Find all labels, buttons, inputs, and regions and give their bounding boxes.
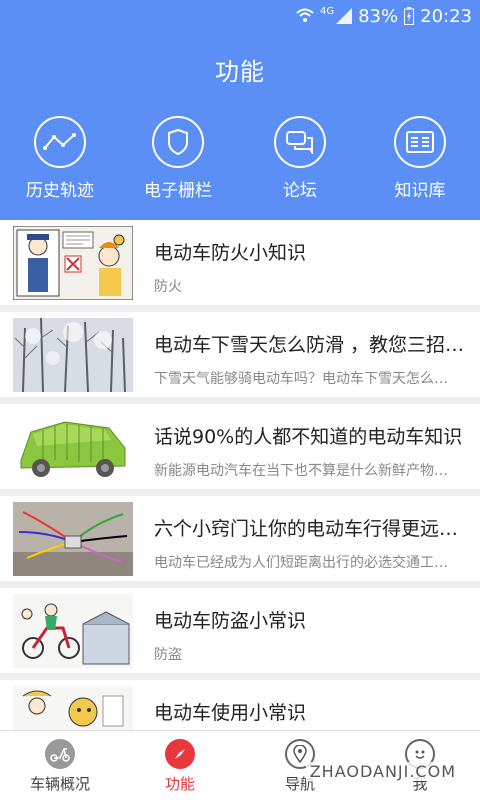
list-item[interactable]: 电动车防盗小常识 防盗: [0, 588, 480, 673]
compass-icon: [175, 749, 185, 759]
function-forum[interactable]: 论坛: [240, 116, 360, 201]
chat-icon: [286, 131, 313, 154]
tab-label: 车辆概况: [29, 775, 90, 793]
function-label: 知识库: [394, 181, 446, 201]
article-subtitle: 新能源电动汽车在当下也不算是什么新鲜产物…: [154, 463, 448, 479]
article-thumbnail: [13, 502, 133, 576]
article-subtitle: 防盗: [154, 647, 182, 663]
watermark: ZHAODANJI.COM: [305, 762, 460, 781]
function-knowledge-base[interactable]: 知识库: [360, 116, 480, 201]
book-icon: [406, 131, 434, 153]
tab-vehicle-overview[interactable]: 车辆概况: [0, 731, 120, 800]
article-subtitle: 电动车已经成为人们短距离出行的必选交通工…: [154, 555, 448, 571]
function-label: 论坛: [283, 181, 317, 201]
article-thumbnail: [13, 410, 133, 484]
scooter-icon: [50, 748, 70, 762]
function-geofence[interactable]: 电子栅栏: [118, 116, 238, 201]
article-title: 电动车使用小常识: [154, 702, 307, 724]
tab-functions[interactable]: 功能: [120, 731, 240, 800]
tab-label: 功能: [164, 775, 195, 793]
list-item[interactable]: 电动车下雪天怎么防滑 ，教您三招… 下雪天气能够骑电动车吗？电动车下雪天怎么…: [0, 312, 480, 397]
battery-icon: [404, 7, 415, 25]
battery-percent: 83%: [358, 5, 399, 27]
article-list: 电动车防火小知识 防火 电动车下雪天怎么防滑 ，教您三招… 下雪天气能够骑电动车…: [0, 220, 480, 730]
article-title: 电动车下雪天怎么防滑 ，教您三招…: [154, 334, 465, 356]
article-thumbnail: [13, 226, 133, 300]
article-title: 电动车防盗小常识: [154, 610, 307, 632]
function-label: 历史轨迹: [26, 181, 94, 201]
function-label: 电子栅栏: [144, 181, 212, 201]
list-item[interactable]: 六个小窍门让你的电动车行得更远… 电动车已经成为人们短距离出行的必选交通工…: [0, 496, 480, 581]
article-subtitle: 防火: [154, 279, 182, 295]
article-thumbnail: [13, 594, 133, 668]
page-title: 功能: [215, 58, 265, 86]
article-thumbnail: [13, 686, 133, 730]
article-title: 电动车防火小知识: [154, 242, 307, 264]
list-item[interactable]: 电动车防火小知识 防火: [0, 220, 480, 305]
function-grid: 历史轨迹 电子栅栏 论坛 知识库: [0, 116, 480, 201]
status-bar: 4G 83% 20:23: [0, 0, 480, 32]
article-title: 话说90%的人都不知道的电动车知识: [154, 426, 463, 448]
list-item[interactable]: 话说90%的人都不知道的电动车知识 新能源电动汽车在当下也不算是什么新鲜产物…: [0, 404, 480, 489]
list-item[interactable]: 电动车使用小常识: [0, 680, 480, 730]
location-pin-icon: [293, 745, 307, 763]
clock: 20:23: [420, 5, 472, 27]
wifi-icon: [296, 8, 314, 22]
network-type: 4G: [319, 6, 335, 17]
article-title: 六个小窍门让你的电动车行得更远…: [154, 518, 459, 540]
smiley-icon: [415, 750, 425, 759]
article-thumbnail: [13, 318, 133, 392]
signal-icon: [336, 8, 353, 24]
track-icon: [43, 133, 76, 150]
header: 4G 83% 20:23 功能 历史轨迹 电子栅栏 论坛 知识库: [0, 0, 480, 220]
function-history-track[interactable]: 历史轨迹: [0, 116, 120, 201]
shield-icon: [168, 129, 188, 155]
article-subtitle: 下雪天气能够骑电动车吗？电动车下雪天怎么…: [154, 371, 448, 387]
